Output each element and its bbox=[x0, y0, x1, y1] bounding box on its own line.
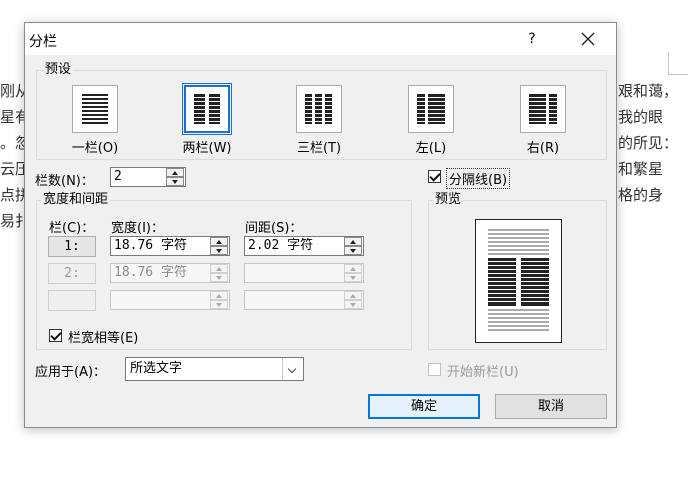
ok-button[interactable]: 确定 bbox=[368, 394, 480, 419]
spin-down-icon[interactable] bbox=[166, 177, 184, 186]
spin-up-icon bbox=[210, 264, 228, 273]
column-number-3 bbox=[48, 290, 96, 311]
presets-legend: 预设 bbox=[43, 62, 74, 77]
preset-label: 左(L) bbox=[415, 141, 447, 156]
width-stepper-1[interactable]: 18.76 字符 bbox=[110, 236, 230, 256]
spacing-spinner bbox=[344, 291, 362, 309]
spacing-spinner[interactable] bbox=[344, 237, 362, 255]
spin-down-icon[interactable] bbox=[210, 246, 228, 255]
spin-up-icon[interactable] bbox=[344, 237, 362, 246]
preset-label: 一栏(O) bbox=[71, 141, 119, 156]
preview-legend: 预览 bbox=[433, 192, 464, 207]
preview-page-icon bbox=[488, 229, 549, 331]
num-columns-value: 2 bbox=[114, 169, 122, 184]
width-spinner bbox=[210, 264, 228, 282]
column-number-1[interactable]: 1: bbox=[48, 236, 96, 257]
apply-to-label: 应用于(A)： bbox=[35, 365, 107, 380]
num-columns-spinner[interactable] bbox=[166, 168, 184, 186]
spin-down-icon bbox=[344, 300, 362, 309]
width-value: 18.76 字符 bbox=[114, 265, 187, 280]
preset-box bbox=[296, 85, 342, 133]
preset-label: 两栏(W) bbox=[182, 141, 232, 156]
close-icon bbox=[581, 32, 595, 46]
spin-up-icon[interactable] bbox=[166, 168, 184, 177]
preset-box bbox=[72, 85, 118, 133]
width-stepper-3 bbox=[110, 290, 230, 310]
preset-label: 三栏(T) bbox=[296, 141, 342, 156]
cancel-button[interactable]: 取消 bbox=[495, 394, 607, 419]
two-columns-icon bbox=[194, 94, 220, 124]
spacing-stepper-2 bbox=[244, 263, 364, 283]
spin-up-icon bbox=[344, 264, 362, 273]
spacing-stepper-1[interactable]: 2.02 字符 bbox=[244, 236, 364, 256]
separator-label[interactable]: 分隔线(B) bbox=[446, 168, 511, 189]
width-header: 宽度(I)： bbox=[111, 221, 164, 236]
separator-checkbox[interactable] bbox=[428, 170, 441, 183]
equal-width-checkbox[interactable] bbox=[49, 329, 62, 342]
spin-down-icon bbox=[210, 300, 228, 309]
width-spinner bbox=[210, 291, 228, 309]
three-columns-icon bbox=[305, 94, 332, 124]
apply-to-select[interactable]: 所选文字 bbox=[125, 357, 304, 381]
spin-down-icon[interactable] bbox=[344, 246, 362, 255]
chevron-down-icon[interactable] bbox=[282, 358, 303, 380]
new-column-checkbox[interactable] bbox=[428, 363, 441, 376]
spacing-spinner bbox=[344, 264, 362, 282]
document-text-right: 艰和蔼， 我的眼 的所见： 和繁星 格的身 bbox=[618, 78, 678, 208]
preset-box bbox=[182, 83, 232, 135]
dialog-title: 分栏 bbox=[29, 34, 57, 50]
width-stepper-2: 18.76 字符 bbox=[110, 263, 230, 283]
page-corner-mark bbox=[668, 74, 688, 75]
close-button[interactable] bbox=[573, 26, 603, 52]
width-spinner[interactable] bbox=[210, 237, 228, 255]
equal-width-label[interactable]: 栏宽相等(E) bbox=[68, 327, 138, 346]
presets-group: 预设 一栏(O) 两栏(W) 三栏(T) 左(L) 右(R) bbox=[36, 63, 607, 160]
width-spacing-legend: 宽度和间距 bbox=[41, 192, 111, 207]
help-button[interactable]: ? bbox=[521, 28, 543, 50]
column-header: 栏(C)： bbox=[49, 221, 95, 236]
spin-down-icon bbox=[210, 273, 228, 282]
width-spacing-group: 宽度和间距 栏(C)： 宽度(I)： 间距(S)： 1: 18.76 字符 2.… bbox=[36, 193, 412, 350]
new-column-label[interactable]: 开始新栏(U) bbox=[447, 361, 519, 380]
spacing-value: 2.02 字符 bbox=[248, 238, 314, 253]
width-value: 18.76 字符 bbox=[114, 238, 187, 253]
right-column-icon bbox=[529, 94, 557, 124]
preset-box bbox=[408, 85, 454, 133]
spacing-header: 间距(S)： bbox=[245, 221, 303, 236]
preview-page bbox=[475, 219, 562, 343]
doc-line: 格的身 bbox=[618, 186, 664, 204]
title-bar[interactable]: 分栏 ? bbox=[25, 23, 616, 55]
doc-line: 和繁星 bbox=[618, 160, 664, 178]
apply-to-value: 所选文字 bbox=[130, 361, 183, 376]
preview-group: 预览 bbox=[428, 193, 607, 350]
column-number-2: 2: bbox=[48, 263, 96, 284]
one-column-icon bbox=[82, 94, 108, 124]
preset-label: 右(R) bbox=[526, 141, 560, 156]
num-columns-label: 栏数(N)： bbox=[35, 174, 94, 189]
spin-up-icon[interactable] bbox=[210, 237, 228, 246]
left-column-icon bbox=[417, 94, 445, 124]
spacing-stepper-3 bbox=[244, 290, 364, 310]
doc-line: 的所见： bbox=[618, 134, 679, 152]
spin-up-icon bbox=[344, 291, 362, 300]
doc-line: 艰和蔼， bbox=[618, 82, 679, 100]
num-columns-stepper[interactable]: 2 bbox=[110, 167, 186, 187]
preset-box bbox=[520, 85, 566, 133]
spin-up-icon bbox=[210, 291, 228, 300]
spin-down-icon bbox=[344, 273, 362, 282]
columns-dialog: 分栏 ? 预设 一栏(O) 两栏(W) 三栏(T) 左(L) 右(R) 栏数(N… bbox=[24, 22, 617, 428]
page-corner-mark bbox=[668, 52, 669, 74]
doc-line: 我的眼 bbox=[618, 108, 664, 126]
